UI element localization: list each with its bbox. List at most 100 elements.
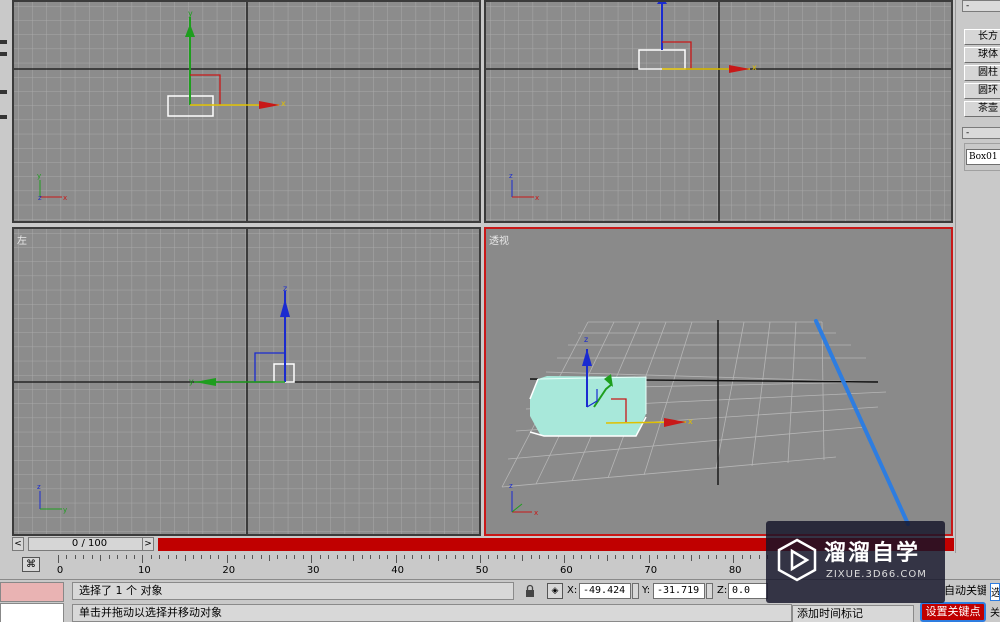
object-type-button-torus[interactable]: 圆环 [964, 83, 1000, 99]
set-key-button[interactable]: 设置关键点 [920, 602, 986, 622]
ruler-tick [741, 555, 743, 559]
selection-status-text: 选择了 1 个 对象 [72, 582, 514, 600]
svg-text:x: x [281, 99, 286, 108]
ruler-tick [631, 555, 633, 559]
ruler-tick [420, 555, 422, 559]
strip-marker [0, 115, 7, 119]
watermark-title: 溜溜自学 [824, 541, 921, 566]
ruler-tick [302, 555, 304, 559]
ruler-tick [547, 555, 549, 559]
selection-filter-dropdown[interactable]: 选 [990, 583, 1000, 601]
x-coord-spinner[interactable] [632, 583, 639, 599]
ruler-tick [463, 555, 465, 559]
y-coord-spinner[interactable] [706, 583, 713, 599]
svg-text:z: z [509, 482, 513, 490]
viewport-label: 左 [17, 236, 27, 247]
track-ruler[interactable]: 0 10 20 30 40 50 60 70 80 [56, 555, 768, 577]
ruler-tick-label: 30 [306, 565, 320, 576]
ruler-tick [226, 555, 228, 563]
ruler-tick [505, 555, 507, 559]
ruler-tick [682, 555, 684, 559]
time-prev-button[interactable]: < [12, 537, 24, 551]
object-type-button-teapot[interactable]: 茶壶 [964, 101, 1000, 117]
ruler-tick [319, 555, 321, 559]
ruler-tick-label: 20 [222, 565, 236, 576]
ruler-tick [598, 555, 600, 559]
lock-icon[interactable] [524, 584, 536, 598]
svg-text:z: z [509, 172, 513, 180]
ruler-tick-label: 60 [560, 565, 573, 576]
object-type-button-box[interactable]: 长方 [964, 29, 1000, 45]
time-frame-display[interactable]: 0 / 100 [28, 537, 151, 551]
ruler-tick [344, 555, 346, 559]
rollout-header[interactable]: - [962, 0, 1000, 12]
ruler-tick [496, 555, 498, 559]
y-coord-label: Y: [642, 585, 651, 596]
ruler-tick [378, 555, 380, 559]
y-coord-field[interactable]: -31.719 [653, 583, 705, 599]
ruler-tick-label: 80 [728, 565, 742, 576]
ruler-tick [724, 555, 726, 559]
ruler-tick [150, 555, 152, 559]
x-coord-field[interactable]: -49.424 [579, 583, 631, 599]
x-coord-label: X: [567, 585, 578, 596]
viewport-top[interactable]: y x y z x [12, 0, 481, 223]
object-type-button-cylinder[interactable]: 圆柱 [964, 65, 1000, 81]
watermark: 溜溜自学 ZIXUE.3D66.COM [766, 521, 945, 603]
ruler-tick [555, 555, 557, 559]
ruler-tick [657, 555, 659, 559]
ruler-tick [184, 555, 186, 561]
viewport-perspective[interactable]: z x z x 透视 [484, 227, 953, 536]
ruler-tick [623, 555, 625, 559]
rollout-header[interactable]: - [962, 127, 1000, 139]
filter-icon[interactable]: ⌘ [22, 557, 40, 572]
viewport-left[interactable]: z y z y 左 [12, 227, 481, 536]
ruler-tick [437, 555, 439, 561]
watermark-url: ZIXUE.3D66.COM [826, 569, 927, 580]
ruler-tick [311, 555, 313, 563]
viewport-perspective-canvas: z x z x [486, 229, 951, 534]
svg-text:y: y [37, 172, 41, 180]
ruler-tick [285, 555, 287, 559]
absolute-mode-icon[interactable]: ◈ [547, 583, 563, 599]
ruler-tick [294, 555, 296, 559]
ruler-tick [488, 555, 490, 559]
svg-text:z: z [38, 194, 42, 202]
ruler-tick [328, 555, 330, 559]
ruler-tick [235, 555, 237, 559]
ruler-tick [395, 555, 397, 563]
viewport-front[interactable]: x z x [484, 0, 953, 223]
ruler-tick-label: 40 [391, 565, 404, 576]
ruler-tick-label: 0 [56, 565, 64, 576]
ruler-tick [336, 555, 338, 559]
object-name-field[interactable]: Box01 [966, 149, 1000, 165]
ruler-tick [615, 555, 617, 559]
ruler-tick [133, 555, 135, 559]
ruler-tick [758, 555, 760, 559]
svg-text:y: y [188, 9, 193, 18]
ruler-tick [159, 555, 161, 559]
ruler-tick [176, 555, 178, 559]
ruler-tick [218, 555, 220, 559]
ruler-tick [539, 555, 541, 559]
ruler-tick [665, 555, 667, 559]
ruler-tick [564, 555, 566, 563]
ruler-tick [277, 555, 279, 559]
ruler-tick [269, 555, 270, 561]
ruler-tick [699, 555, 701, 559]
auto-key-button[interactable]: 自动关键点 [944, 583, 986, 601]
add-time-tag-button[interactable]: 添加时间标记 [792, 605, 914, 622]
key-filters-button[interactable]: 关 [990, 604, 1000, 622]
ruler-tick [167, 555, 169, 559]
ruler-tick [404, 555, 406, 559]
object-type-button-sphere[interactable]: 球体 [964, 47, 1000, 63]
ruler-tick [100, 555, 102, 561]
ruler-tick [707, 555, 709, 559]
z-coord-field[interactable]: 0.0 [728, 583, 768, 599]
maxscript-listener-output[interactable] [0, 603, 64, 622]
time-next-button[interactable]: > [142, 537, 154, 551]
ruler-tick-label: 50 [475, 565, 489, 576]
ruler-tick [522, 555, 524, 561]
maxscript-listener-mini[interactable] [0, 582, 64, 602]
z-coord-label: Z: [717, 585, 728, 596]
